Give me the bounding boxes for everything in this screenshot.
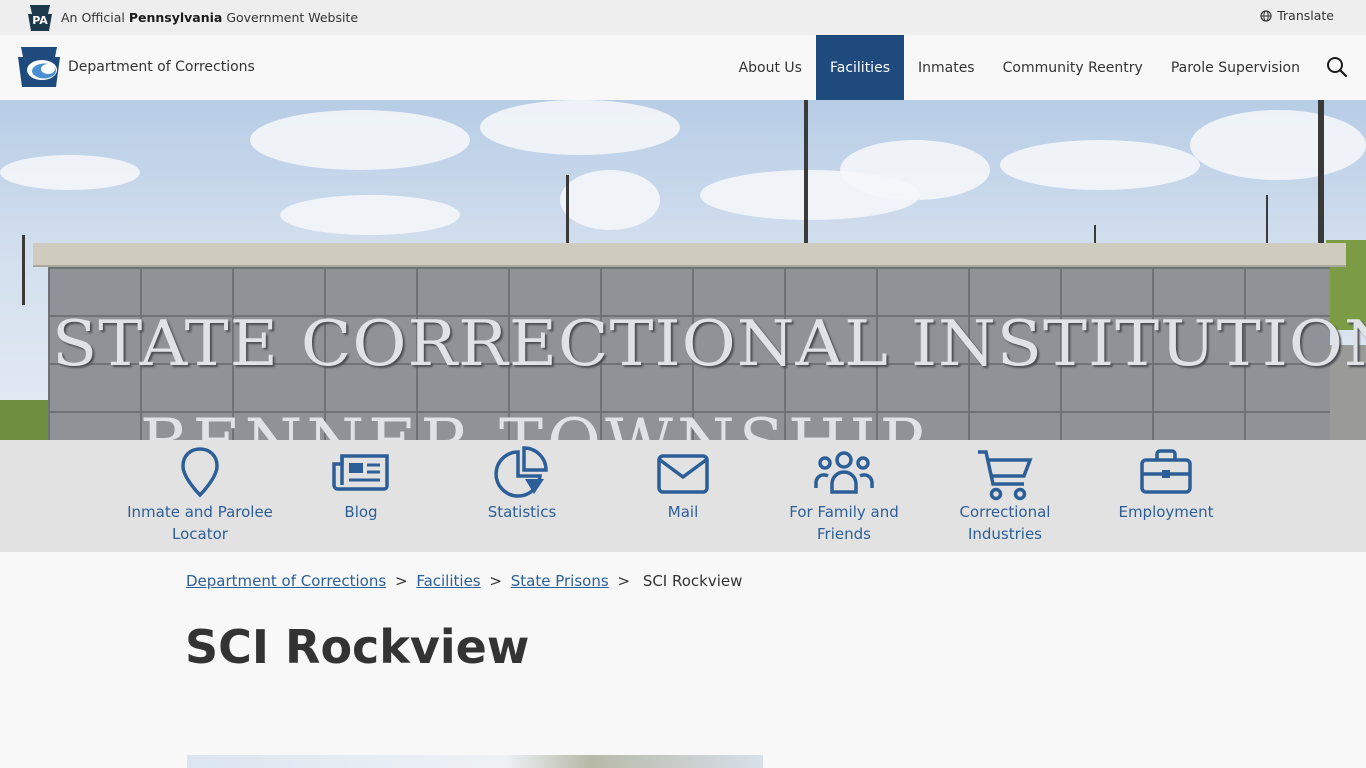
facility-image: [187, 755, 763, 768]
nav-community-reentry[interactable]: Community Reentry: [989, 35, 1157, 100]
people-icon: [814, 451, 874, 494]
quick-link-label: For Family and Friends: [789, 503, 899, 543]
quick-link-label: Mail: [667, 503, 699, 521]
translate-label: Translate: [1277, 8, 1334, 23]
main-nav: About Us Facilities Inmates Community Re…: [725, 35, 1314, 100]
nav-inmates[interactable]: Inmates: [904, 35, 989, 100]
quick-link-family-friends[interactable]: For Family and Friends: [764, 440, 924, 552]
breadcrumb-link-facilities[interactable]: Facilities: [416, 572, 480, 590]
quick-link-blog[interactable]: Blog: [281, 440, 441, 552]
svg-text:PA: PA: [32, 14, 48, 27]
nav-about-us[interactable]: About Us: [725, 35, 816, 100]
nav-parole-supervision[interactable]: Parole Supervision: [1157, 35, 1314, 100]
pa-keystone-icon: PA: [28, 5, 52, 31]
quick-link-label: Statistics: [487, 503, 557, 521]
quick-link-correctional-industries[interactable]: Correctional Industries: [925, 440, 1085, 552]
official-website-bar: PA An Official Pennsylvania Government W…: [0, 0, 1366, 35]
map-pin-icon: [181, 447, 219, 498]
nav-facilities[interactable]: Facilities: [815, 35, 904, 100]
quick-link-mail[interactable]: Mail: [603, 440, 763, 552]
quick-links-bar: Inmate and Parolee Locator Blog Statisti…: [0, 440, 1366, 552]
sign-text-second-line: BENNER TOWNSHIP: [140, 405, 928, 440]
quick-link-label: Employment: [1118, 503, 1214, 521]
quick-link-label: Blog: [344, 503, 378, 521]
quick-link-inmate-locator[interactable]: Inmate and Parolee Locator: [120, 440, 280, 552]
briefcase-icon: [1140, 449, 1192, 494]
newspaper-icon: [332, 454, 389, 491]
breadcrumb-separator: >: [394, 572, 408, 590]
quick-link-employment[interactable]: Employment: [1086, 440, 1246, 552]
quick-link-label: Correctional Industries: [959, 503, 1051, 543]
envelope-icon: [657, 454, 709, 494]
hero-image: STATE CORRECTIONAL INSTITUTION BENNER TO…: [0, 100, 1366, 440]
breadcrumb-current: SCI Rockview: [642, 572, 743, 590]
shopping-cart-icon: [978, 450, 1033, 501]
breadcrumb: Department of Corrections > Facilities >…: [186, 572, 742, 590]
official-website-text: An Official Pennsylvania Government Webs…: [61, 10, 359, 25]
department-name[interactable]: Department of Corrections: [68, 59, 255, 75]
corrections-logo[interactable]: [18, 47, 60, 87]
breadcrumb-separator: >: [617, 572, 631, 590]
breadcrumb-link-state-prisons[interactable]: State Prisons: [511, 572, 609, 590]
sign-text: STATE CORRECTIONAL INSTITUTION: [52, 306, 1366, 381]
breadcrumb-link-department[interactable]: Department of Corrections: [186, 572, 386, 590]
wall-cap: [33, 243, 1346, 267]
page-title: SCI Rockview: [185, 620, 530, 674]
search-icon[interactable]: [1326, 56, 1348, 78]
translate-button[interactable]: Translate: [1260, 8, 1334, 23]
globe-icon: [1260, 9, 1272, 22]
pie-chart-icon: [494, 446, 548, 498]
site-header: Department of Corrections About Us Facil…: [0, 35, 1366, 100]
quick-link-statistics[interactable]: Statistics: [442, 440, 602, 552]
breadcrumb-separator: >: [489, 572, 502, 590]
quick-link-label: Inmate and Parolee Locator: [127, 503, 273, 543]
